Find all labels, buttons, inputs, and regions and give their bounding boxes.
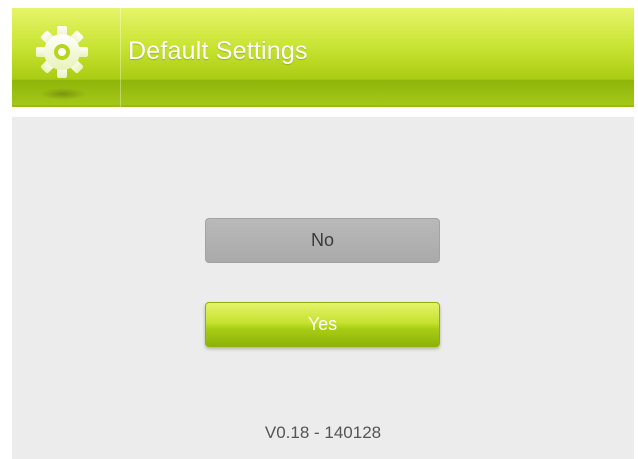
page-title: Default Settings [128,37,308,65]
header-divider [120,8,121,107]
gear-icon [34,24,90,80]
default-settings-screen: Default Settings No Yes V0.18 - 140128 [0,0,638,459]
header-bar [12,8,634,107]
version-label: V0.18 - 140128 [264,423,382,442]
yes-button[interactable]: Yes [205,302,440,347]
content-area [12,117,634,459]
gear-reflection [40,88,86,100]
no-button[interactable]: No [205,218,440,263]
